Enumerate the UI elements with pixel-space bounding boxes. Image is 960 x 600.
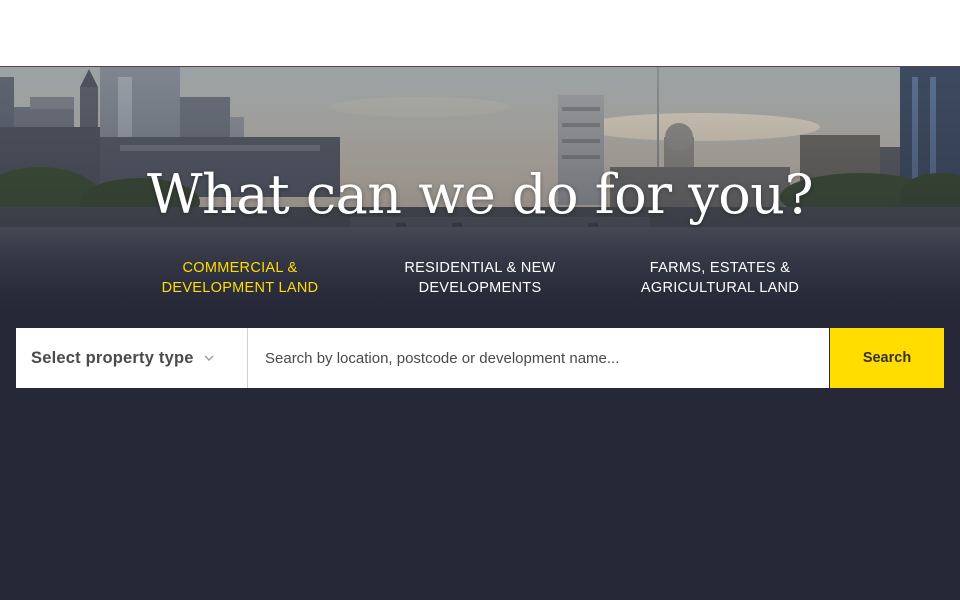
property-search-bar: Select property type Search: [16, 328, 944, 388]
search-button[interactable]: Search: [830, 328, 944, 388]
tab-label-line: RESIDENTIAL & NEW: [404, 260, 556, 276]
hero-section: What can we do for you? COMMERCIAL & DEV…: [0, 67, 960, 600]
tab-residential-new-developments[interactable]: RESIDENTIAL & NEW DEVELOPMENTS: [360, 258, 600, 298]
chevron-down-icon: [204, 352, 216, 364]
location-search-input[interactable]: [248, 328, 829, 388]
tab-label-line: COMMERCIAL &: [182, 260, 298, 276]
property-type-label: Select property type: [31, 348, 194, 367]
tab-commercial-development-land[interactable]: COMMERCIAL & DEVELOPMENT LAND: [120, 258, 360, 298]
tab-farms-estates-agricultural-land[interactable]: FARMS, ESTATES & AGRICULTURAL LAND: [600, 258, 840, 298]
tab-label-line: FARMS, ESTATES &: [649, 260, 791, 276]
hero-headline: What can we do for you?: [146, 163, 814, 226]
top-header-bar: [0, 0, 960, 67]
tab-label-line: AGRICULTURAL LAND: [640, 280, 800, 296]
property-category-tabs: COMMERCIAL & DEVELOPMENT LAND RESIDENTIA…: [120, 258, 840, 298]
tab-label-line: DEVELOPMENT LAND: [161, 280, 319, 296]
property-type-select[interactable]: Select property type: [16, 328, 248, 388]
tab-label-line: DEVELOPMENTS: [418, 280, 542, 296]
